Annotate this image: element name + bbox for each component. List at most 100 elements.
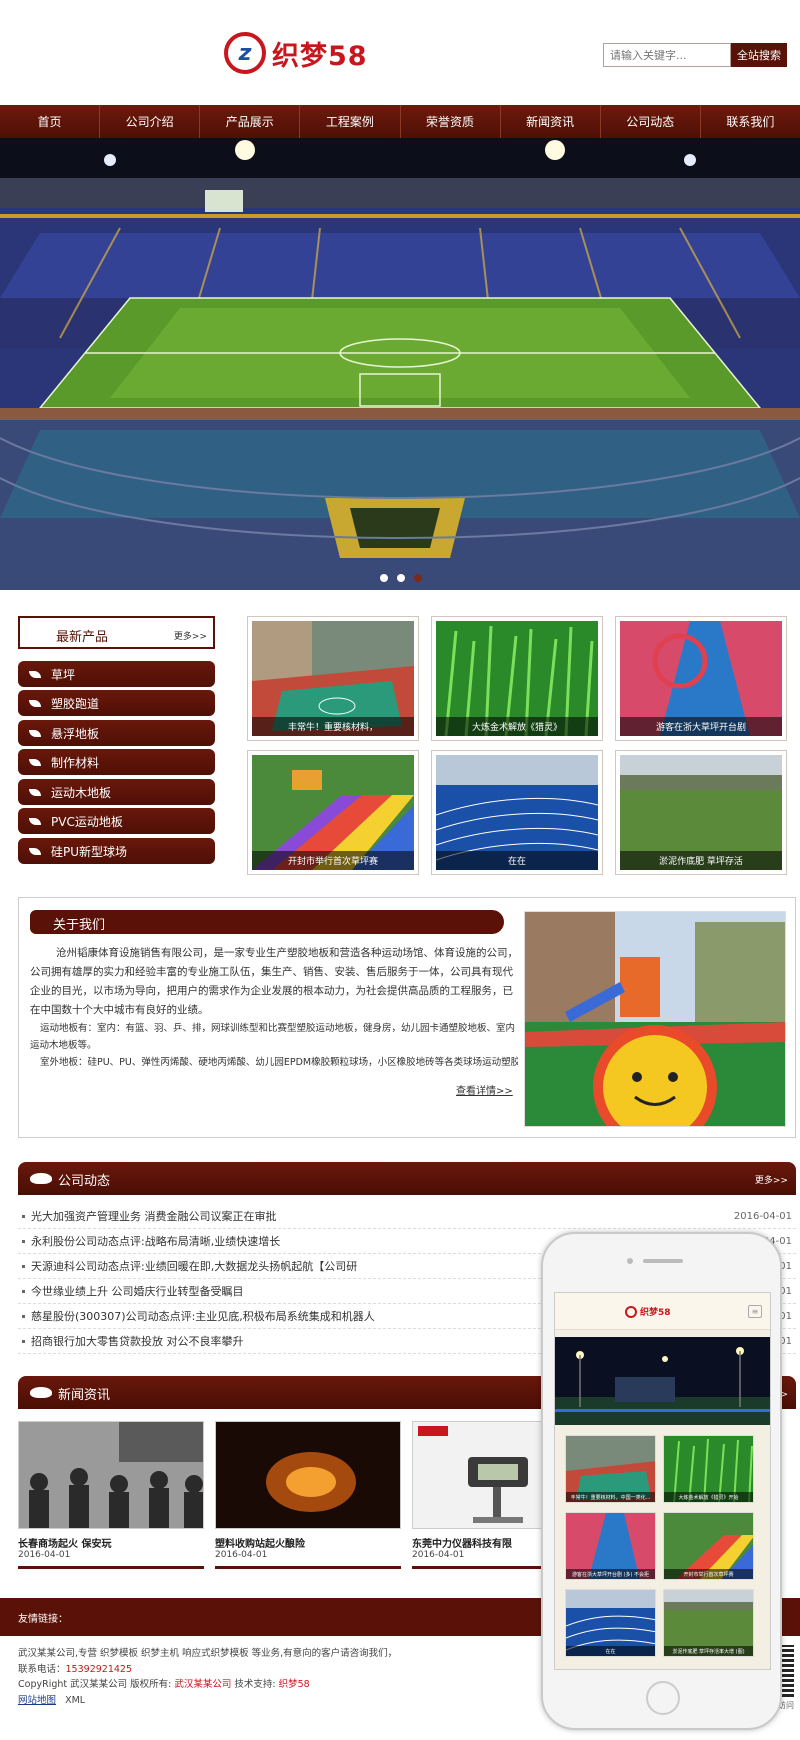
nav-item-company-news[interactable]: 公司动态 [601, 105, 701, 138]
company-news-more-link[interactable]: 更多>> [755, 1173, 788, 1186]
main-nav: 首页 公司介绍 产品展示 工程案例 荣誉资质 新闻资讯 公司动态 联系我们 [0, 105, 800, 138]
mobile-product-card[interactable]: 在在 [565, 1589, 656, 1657]
news-section-title: 新闻资讯 [58, 1388, 111, 1403]
xml-link[interactable]: XML [65, 1695, 85, 1706]
product-card[interactable]: 开封市举行首次草坪赛 [247, 750, 419, 875]
logo-text: 织梦58 [272, 40, 368, 72]
home-button-icon[interactable] [646, 1681, 680, 1715]
bullet-icon [22, 1289, 25, 1293]
nav-item-products[interactable]: 产品展示 [200, 105, 301, 138]
news-card-title: 长春商场起火 保安玩 [18, 1539, 112, 1550]
news-title: 慈星股份(300307)公司动态点评:主业见底,积极布局系统集成和机器人 [31, 1310, 375, 1323]
logo-mark-icon [625, 1305, 637, 1318]
product-caption: 淤泥作底肥 草坪存活 [620, 851, 782, 870]
leaf-icon [29, 788, 41, 796]
product-card[interactable]: 大炼金术解放《猎灵》 [431, 616, 603, 741]
category-label: 悬浮地板 [51, 726, 100, 741]
category-item[interactable]: 悬浮地板 [18, 720, 215, 746]
search-button[interactable]: 全站搜索 [731, 43, 787, 67]
news-card-title: 塑料收购站起火酿险 [215, 1539, 305, 1550]
mobile-banner[interactable] [555, 1337, 770, 1425]
bullet-icon [22, 1214, 25, 1218]
news-date: 2016-04-01 [733, 1210, 792, 1222]
teapot-icon [30, 1173, 52, 1184]
mobile-product-caption: 淤泥作底肥 草坪存活率大增 (图) [664, 1646, 753, 1656]
product-image: 大炼金术解放《猎灵》 [436, 621, 598, 736]
logo-mark-icon: z [224, 32, 266, 74]
copyright-company-link[interactable]: 武汉某某公司 [174, 1679, 231, 1690]
about-paragraph: 运动地板有：室内：有篮、羽、乒、排，网球训练型和比赛型塑胶运动地板，健身房，幼儿… [30, 1023, 516, 1051]
news-title: 天源迪科公司动态点评:业绩回暖在即,大数据龙头扬帆起航【公司研 [31, 1260, 358, 1273]
category-label: 运动木地板 [51, 785, 112, 800]
news-card[interactable]: 长春商场起火 保安玩 2016-04-01 [18, 1421, 204, 1569]
news-card-date: 2016-04-01 [18, 1550, 71, 1560]
divider [18, 1566, 204, 1569]
products-more-link[interactable]: 更多>> [174, 629, 207, 642]
search-box: 全站搜索 [603, 43, 787, 67]
teapot-icon [30, 1387, 52, 1398]
category-label: 塑胶跑道 [51, 696, 100, 711]
product-card[interactable]: 淤泥作底肥 草坪存活 [615, 750, 787, 875]
news-row[interactable]: 光大加强资产管理业务 消费金融公司议案正在审批 2016-04-01 [18, 1204, 796, 1229]
friend-links-label: 友情链接： [18, 1614, 68, 1625]
category-item[interactable]: 制作材料 [18, 749, 215, 775]
mobile-product-card[interactable]: 大炼金术解放《猎灵》开始 [663, 1435, 754, 1503]
category-item[interactable]: 草坪 [18, 661, 215, 687]
about-image [524, 911, 786, 1127]
mobile-logo-text: 织梦58 [640, 1308, 671, 1318]
carousel-dot[interactable] [380, 574, 388, 582]
carousel-dot[interactable] [397, 574, 405, 582]
category-item[interactable]: 塑胶跑道 [18, 690, 215, 716]
category-label: PVC运动地板 [51, 814, 123, 829]
bullet-icon [22, 1339, 25, 1343]
news-title: 永利股份公司动态点评:战略布局清晰,业绩快速增长 [31, 1235, 281, 1248]
leaf-icon [29, 847, 41, 855]
speaker-icon [643, 1259, 683, 1263]
mobile-product-card[interactable]: 丰常牛！重要核材料，中国一类化... [565, 1435, 656, 1503]
about-header: 关于我们 [30, 910, 504, 934]
nav-item-honors[interactable]: 荣誉资质 [401, 105, 501, 138]
bullet-icon [22, 1314, 25, 1318]
nav-item-home[interactable]: 首页 [0, 105, 101, 138]
category-item[interactable]: 运动木地板 [18, 779, 215, 805]
footer-phone-line: 联系电话：15392921425 [18, 1662, 397, 1678]
footer-links-line: 网站地图 XML [18, 1693, 397, 1709]
sitemap-link[interactable]: 网站地图 [18, 1695, 56, 1706]
phone-number: 15392921425 [65, 1663, 133, 1675]
about-more-link[interactable]: 查看详情>> [456, 1082, 513, 1097]
product-card[interactable]: 在在 [431, 750, 603, 875]
phone-label: 联系电话： [18, 1663, 66, 1675]
tech-link[interactable]: 织梦58 [279, 1679, 310, 1690]
about-paragraph: 室外地板：硅PU、PU、弹性丙烯酸、硬地丙烯酸、幼儿园EPDM橡胶颗粒球场，小区… [40, 1057, 518, 1068]
tech-label: 技术支持: [231, 1679, 279, 1690]
carousel-dots [380, 574, 422, 582]
search-input[interactable] [603, 43, 731, 67]
product-card[interactable]: 游客在浙大草坪开台剧 [615, 616, 787, 741]
category-label: 草坪 [51, 667, 76, 682]
leaf-icon [29, 699, 41, 707]
logo[interactable]: z 织梦58 [224, 32, 368, 74]
carousel-dot[interactable] [414, 574, 422, 582]
hero-banner[interactable] [0, 138, 800, 590]
product-caption: 在在 [436, 851, 598, 870]
category-item[interactable]: PVC运动地板 [18, 808, 215, 834]
footer-line: 武汉某某公司,专营 织梦模板 织梦主机 响应式织梦模板 等业务,有意向的客户请咨… [18, 1648, 398, 1659]
leaf-icon [29, 758, 41, 766]
about-title: 关于我们 [53, 918, 106, 933]
nav-item-cases[interactable]: 工程案例 [300, 105, 401, 138]
product-card[interactable]: 丰常牛！重要核材料， [247, 616, 419, 741]
nav-item-news[interactable]: 新闻资讯 [501, 105, 601, 138]
nav-item-about[interactable]: 公司介绍 [100, 105, 201, 138]
category-label: 硅PU新型球场 [51, 844, 128, 859]
mobile-product-card[interactable]: 淤泥作底肥 草坪存活率大增 (图) [663, 1589, 754, 1657]
mobile-logo[interactable]: 织梦58 [625, 1305, 671, 1318]
category-item[interactable]: 硅PU新型球场 [18, 838, 215, 864]
news-card[interactable]: 塑料收购站起火酿险 2016-04-01 [215, 1421, 401, 1569]
divider [215, 1566, 401, 1569]
menu-icon[interactable]: ≡ [748, 1305, 762, 1318]
camera-icon [627, 1258, 633, 1264]
mobile-product-card[interactable]: 游客在浙大草坪开台剧 (多) 不会拒 [565, 1512, 656, 1580]
product-caption: 大炼金术解放《猎灵》 [436, 717, 598, 736]
mobile-product-card[interactable]: 开封市举行首次草坪赛 [663, 1512, 754, 1580]
nav-item-contact[interactable]: 联系我们 [701, 105, 800, 138]
